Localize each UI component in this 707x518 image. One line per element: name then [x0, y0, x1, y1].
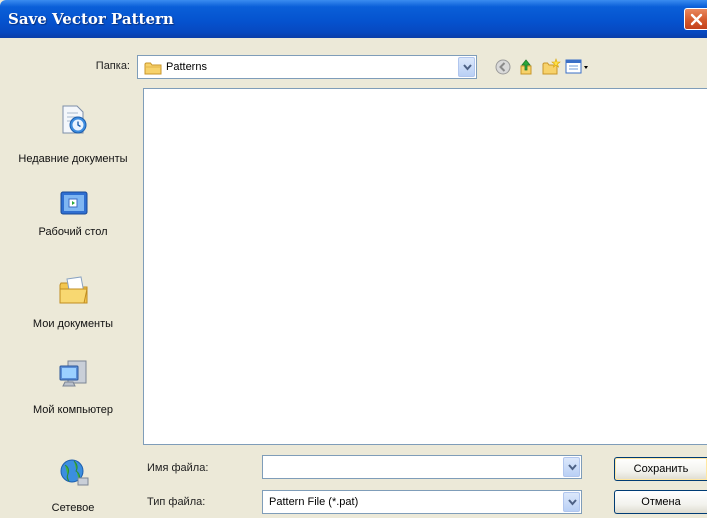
filetype-label: Тип файла:: [147, 496, 206, 508]
back-icon: [495, 59, 511, 75]
places-bar: Недавние документы Рабочий стол Мои доку…: [10, 88, 136, 518]
place-network[interactable]: Сетевое: [10, 456, 136, 518]
cancel-button[interactable]: Отмена: [614, 490, 707, 514]
my-computer-icon: [59, 360, 87, 387]
place-my-documents[interactable]: Мои документы: [10, 273, 136, 335]
up-folder-button[interactable]: [515, 56, 537, 78]
chevron-down-icon: [568, 499, 577, 506]
filename-dropdown-button[interactable]: [563, 457, 580, 477]
save-dialog: Save Vector Pattern Папка: Patterns Неда…: [0, 0, 707, 518]
filename-label: Имя файла:: [147, 462, 209, 474]
chevron-down-icon: [463, 64, 472, 71]
lookin-label: Папка:: [95, 60, 130, 72]
lookin-dropdown-button[interactable]: [458, 57, 475, 77]
new-folder-icon: [542, 58, 561, 75]
place-desktop[interactable]: Рабочий стол: [10, 188, 136, 243]
filename-input[interactable]: [262, 455, 582, 479]
place-label: Сетевое: [51, 502, 95, 514]
file-list[interactable]: [143, 88, 707, 445]
lookin-dropdown[interactable]: Patterns: [137, 55, 477, 79]
new-folder-button[interactable]: [540, 56, 562, 78]
close-button[interactable]: [684, 8, 707, 30]
filetype-value: Pattern File (*.pat): [269, 496, 359, 508]
folder-icon: [144, 62, 162, 75]
place-recent-documents[interactable]: Недавние документы: [10, 103, 136, 173]
place-label: Мои документы: [32, 318, 114, 330]
view-menu-icon: [565, 59, 588, 74]
back-button[interactable]: [492, 56, 514, 78]
network-icon: [60, 459, 89, 486]
place-label: Мой компьютер: [32, 404, 114, 416]
lookin-value: Patterns: [166, 61, 207, 73]
desktop-icon: [60, 191, 88, 215]
filetype-dropdown[interactable]: Pattern File (*.pat): [262, 490, 582, 514]
up-folder-icon: [520, 59, 532, 75]
title-bar[interactable]: Save Vector Pattern: [0, 0, 707, 38]
recent-documents-icon: [62, 105, 87, 134]
save-button[interactable]: Сохранить: [614, 457, 707, 481]
place-label: Рабочий стол: [38, 226, 108, 238]
filetype-dropdown-button[interactable]: [563, 492, 580, 512]
place-my-computer[interactable]: Мой компьютер: [10, 358, 136, 438]
place-label: Недавние документы: [18, 153, 128, 165]
view-menu-button[interactable]: [563, 56, 593, 78]
chevron-down-icon: [568, 464, 577, 471]
my-documents-icon: [59, 276, 88, 304]
close-icon: [690, 13, 703, 26]
window-title: Save Vector Pattern: [8, 10, 174, 28]
